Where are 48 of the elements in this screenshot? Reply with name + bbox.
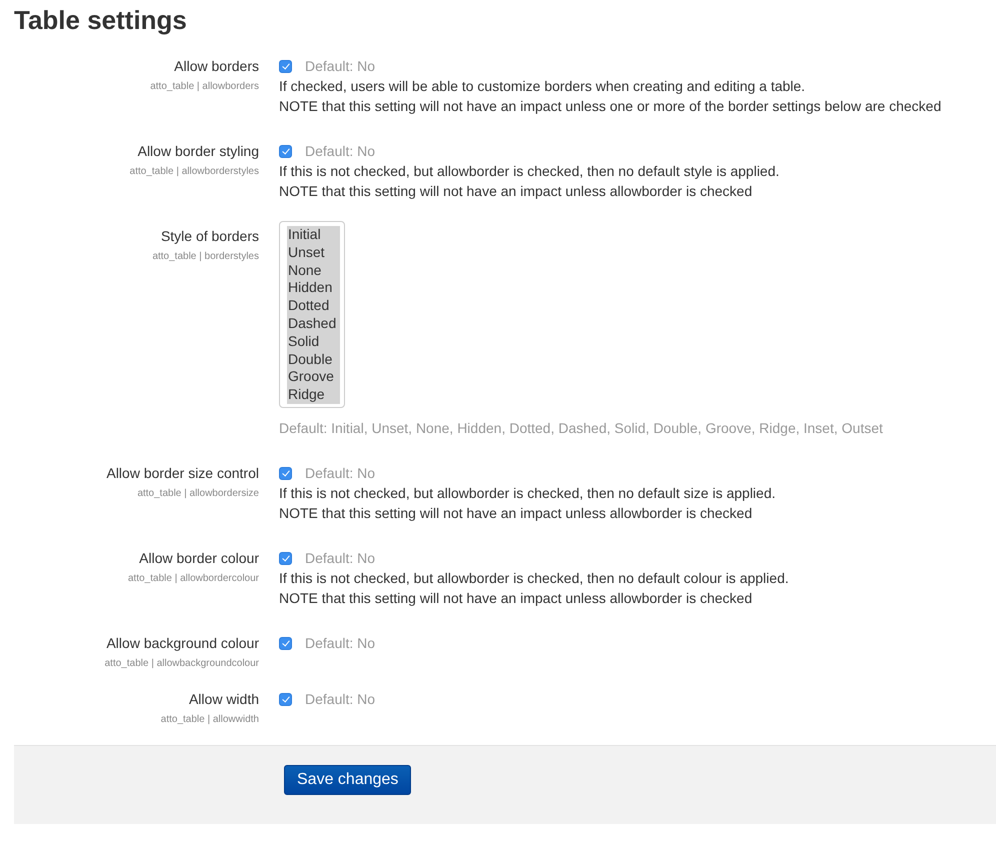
default-value: Default: No [305, 690, 376, 709]
setting-key: atto_table | allowborders [150, 77, 259, 97]
setting-label: Allow border styling [138, 142, 259, 161]
setting-key: atto_table | borderstyles [152, 247, 259, 267]
list-option[interactable]: Initial [287, 226, 340, 244]
setting-description: NOTE that this setting will not have an impact unless one or more of the border settings below are checked [279, 97, 942, 116]
list-option[interactable]: Solid [287, 332, 340, 351]
list-option[interactable]: None [287, 262, 340, 280]
checkbox[interactable] [279, 692, 292, 706]
setting-description: If this is not checked, but allowborder is checked, then no default style is applied. [279, 162, 780, 181]
setting-label: Style of borders [160, 227, 259, 246]
setting-label: Allow width [188, 690, 259, 709]
default-value: Default: No [305, 142, 376, 161]
setting-key: atto_table | allowborderstyles [130, 162, 259, 182]
setting-key: atto_table | allowbordercolour [128, 569, 259, 589]
checkbox[interactable] [279, 466, 292, 480]
default-value: Default: No [305, 464, 376, 483]
list-option[interactable]: Hidden [287, 279, 340, 298]
setting-label: Allow border colour [139, 549, 259, 568]
setting-description: NOTE that this setting will not have an impact unless allowborder is checked [279, 589, 752, 608]
list-box[interactable]: Initial Unset None Hidden Dotted Dashed Solid Double Groove Ridge [279, 221, 345, 408]
setting-description: If checked, users will be able to customize borders when creating and editing a table. [279, 77, 806, 96]
list-option[interactable]: Groove [287, 368, 340, 386]
list-option[interactable]: Unset [287, 244, 340, 262]
setting-key: atto_table | allowwidth [160, 710, 259, 730]
list-option[interactable]: Double [287, 350, 340, 368]
save-button[interactable]: Save changes [284, 765, 412, 795]
setting-key: atto_table | allowbordersize [137, 484, 259, 504]
default-value: Default: No [305, 549, 376, 568]
checkbox[interactable] [279, 636, 292, 650]
setting-description: If this is not checked, but allowborder is checked, then no default size is applied. [279, 484, 776, 503]
checkbox[interactable] [279, 144, 292, 158]
setting-label: Allow border size control [106, 464, 259, 483]
setting-description: NOTE that this setting will not have an impact unless allowborder is checked [279, 504, 752, 523]
setting-label: Allow borders [174, 57, 259, 76]
checkbox[interactable] [279, 60, 292, 72]
default-value: Default: No [305, 634, 376, 653]
default-value: Default: No [305, 57, 376, 76]
checkbox[interactable] [279, 552, 292, 564]
setting-description: If this is not checked, but allowborder is checked, then no default colour is applied. [279, 569, 789, 588]
setting-description: NOTE that this setting will not have an impact unless allowborder is checked [279, 182, 752, 201]
setting-label: Allow background colour [106, 634, 259, 653]
default-value: Default: Initial, Unset, None, Hidden, Dotted, Dashed, Solid, Double, Groove, Ridge, Inset, Outset [279, 419, 883, 438]
setting-key: atto_table | allowbackgroundcolour [104, 654, 259, 674]
list-option[interactable]: Dashed [287, 314, 340, 333]
list-option[interactable]: Dotted [287, 297, 340, 315]
page-title: Table settings [14, 4, 187, 37]
list-option[interactable]: Ridge [287, 386, 340, 404]
